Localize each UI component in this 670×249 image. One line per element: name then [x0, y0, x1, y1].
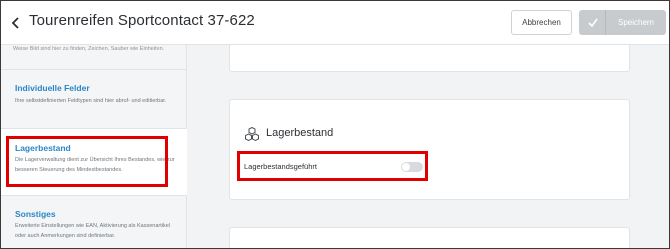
toggle-knob: [402, 163, 410, 171]
save-button-label: Speichern: [617, 18, 655, 27]
save-button[interactable]: Speichern: [579, 10, 666, 35]
cancel-button[interactable]: Abbrechen: [511, 10, 572, 35]
next-section-card: [229, 227, 630, 248]
page-title: Tourenreifen Sportcontact 37-622: [29, 12, 255, 29]
sidebar-item-label: Lagerbestand: [15, 143, 71, 153]
sidebar-item-lagerbestand[interactable]: Lagerbestand Die Lagerverwaltung dient z…: [1, 129, 187, 195]
save-check-segment: [579, 10, 606, 35]
stock-section-heading: Lagerbestand: [266, 127, 334, 139]
boxes-icon: [245, 126, 259, 142]
header-bar: Tourenreifen Sportcontact 37-622 Abbrech…: [1, 1, 669, 45]
sidebar-item-description: Weise Bild sind hier zu finden, Zeichen,…: [13, 46, 165, 52]
sidebar-item-description: Ihre selbstdefinierten Feldtypen sind hi…: [15, 98, 167, 104]
sidebar-item-description: Die Lagerverwaltung dient zur Übersicht …: [15, 157, 175, 173]
stock-managed-label: Lagerbestandsgeführt: [244, 162, 317, 171]
sidebar-item-label: Sonstiges: [15, 209, 56, 219]
stock-managed-toggle[interactable]: [401, 162, 423, 172]
previous-section-card: [229, 45, 630, 72]
sidebar: Weise Bild sind hier zu finden, Zeichen,…: [1, 45, 187, 248]
checkmark-icon: [588, 18, 598, 27]
sidebar-item-label: Individuelle Felder: [15, 83, 90, 93]
app-window: Tourenreifen Sportcontact 37-622 Abbrech…: [0, 0, 670, 249]
back-chevron-icon[interactable]: [10, 15, 22, 31]
stock-section-card: Lagerbestand Lagerbestandsgeführt: [229, 99, 630, 200]
sidebar-item-individuelle-felder[interactable]: Individuelle Felder Ihre selbstdefiniert…: [1, 70, 187, 128]
sidebar-item-sonstiges[interactable]: Sonstiges Erweiterte Einstellungen wie E…: [1, 196, 187, 248]
sidebar-item-description: Erweiterte Einstellungen wie EAN, Aktivi…: [15, 223, 170, 239]
